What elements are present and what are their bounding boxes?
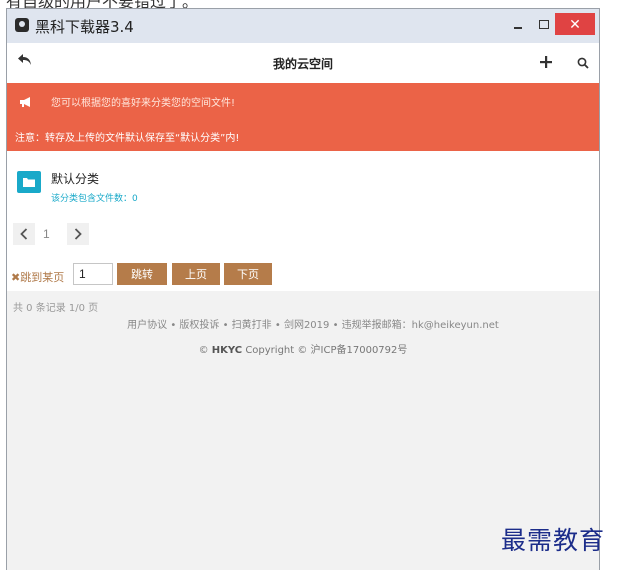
maximize-button[interactable] [533,13,555,35]
jump-page-input[interactable] [73,263,113,285]
jump-to-page-row: ✖跳到某页 跳转 上页 下页 [7,261,599,287]
plus-icon [540,56,552,68]
add-button[interactable] [540,52,552,73]
notice-banner: 您可以根据您的喜好来分类您的空间文件! 注意：转存及上传的文件默认保存至“默认分… [7,83,599,151]
banner-note-text: 注意：转存及上传的文件默认保存至“默认分类”内! [15,133,240,144]
copyright-brand: HKYC [211,345,243,356]
chevron-right-icon [74,228,82,240]
minimize-button[interactable] [507,13,529,35]
watermark: 最需教育 [501,526,606,555]
title-bar: 黑科下载器3.4 ✕ [7,9,599,43]
maximize-icon [539,19,549,29]
footer-links[interactable]: 用户协议 • 版权投诉 • 扫黄打非 • 剑网2019 • 违规举报邮箱：hk@… [7,316,599,331]
close-button[interactable]: ✕ [555,13,595,35]
top-clipped-text: 有自级的用户不要错过了。 [0,0,623,8]
copyright-text: Copyright © 沪ICP备17000792号 [245,345,408,356]
page-title: 我的云空间 [272,57,333,71]
folder-name: 默认分类 [51,172,100,186]
folder-list-panel: 默认分类 该分类包含文件数：0 1 ✖跳到某页 跳转 上页 下页 [7,151,599,291]
app-window: 黑科下载器3.4 ✕ 我的云空间 您可以根据您的喜好来分类您的空间文件! 注意：… [6,8,600,570]
next-page-arrow[interactable] [67,223,89,245]
next-page-button[interactable]: 下页 [224,263,272,285]
jump-label: ✖跳到某页 [11,271,65,284]
window-title: 黑科下载器3.4 [35,18,134,36]
search-icon [577,57,589,69]
jump-button[interactable]: 跳转 [117,263,167,285]
prev-page-button[interactable]: 上页 [172,263,220,285]
megaphone-icon [19,95,33,107]
copyright-symbol: © [198,345,209,356]
folder-file-count: 该分类包含文件数：0 [51,194,138,204]
banner-tip-text: 您可以根据您的喜好来分类您的空间文件! [51,98,236,109]
folder-icon [17,171,41,193]
prev-page-arrow[interactable] [13,223,35,245]
search-button[interactable] [577,56,589,69]
minimize-icon [514,27,522,29]
chevron-left-icon [20,228,28,240]
record-count: 共 0 条记录 1/0 页 [13,303,99,314]
folder-item-default[interactable]: 默认分类 该分类包含文件数：0 [15,161,315,204]
footer-copyright: © HKYC Copyright © 沪ICP备17000792号 [7,341,599,356]
app-icon [15,18,29,32]
top-clipped-text-content: 有自级的用户不要错过了。 [6,0,198,8]
nav-bar: 我的云空间 [7,43,599,83]
current-page-number[interactable]: 1 [43,227,50,241]
